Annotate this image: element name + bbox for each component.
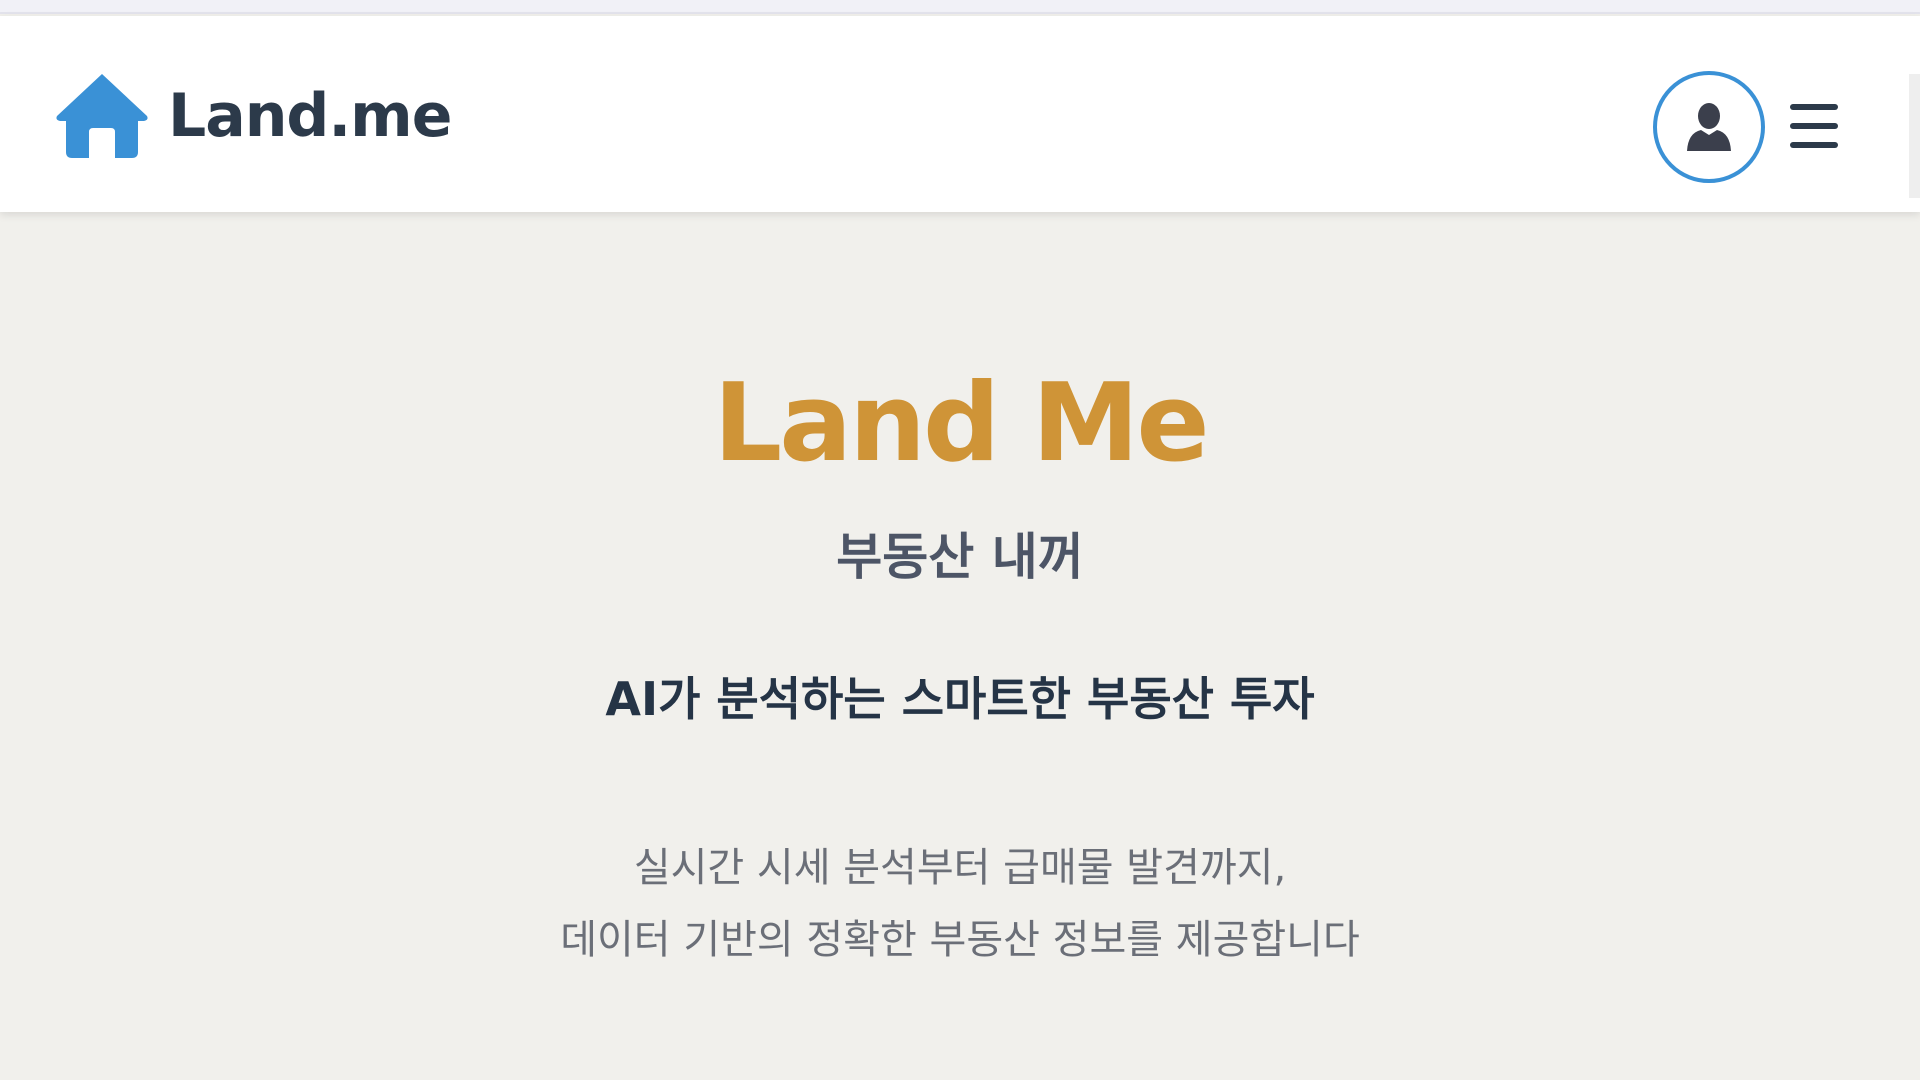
- profile-button[interactable]: [1653, 71, 1765, 183]
- hamburger-menu-button[interactable]: [1786, 100, 1842, 152]
- hero-description-line-1: 실시간 시세 분석부터 급매물 발견까지,: [633, 845, 1287, 891]
- menu-bar-top: [1790, 104, 1838, 110]
- hero-description: 실시간 시세 분석부터 급매물 발견까지, 데이터 기반의 정확한 부동산 정보…: [0, 832, 1920, 976]
- browser-top-strip: [0, 0, 1920, 14]
- page: Land.me Land Me 부동산 내꺼 AI가 분석하는 스마트한 부동산…: [0, 0, 1920, 1080]
- hero-tagline: AI가 분석하는 스마트한 부동산 투자: [605, 672, 1315, 726]
- hero-title: Land Me: [713, 361, 1209, 486]
- user-icon: [1681, 97, 1737, 157]
- right-edge-panel: [1909, 74, 1920, 198]
- menu-bar-bottom: [1790, 142, 1838, 148]
- hero-subtitle: 부동산 내꺼: [836, 528, 1084, 586]
- menu-bar-middle: [1790, 123, 1838, 129]
- logo-link[interactable]: Land.me: [54, 68, 452, 164]
- hero-description-line-2: 데이터 기반의 정확한 부동산 정보를 제공합니다: [560, 917, 1360, 963]
- site-header: Land.me: [0, 16, 1920, 212]
- hero-section: Land Me 부동산 내꺼 AI가 분석하는 스마트한 부동산 투자 실시간 …: [0, 212, 1920, 1080]
- logo-text: Land.me: [168, 81, 452, 151]
- home-icon: [54, 68, 150, 164]
